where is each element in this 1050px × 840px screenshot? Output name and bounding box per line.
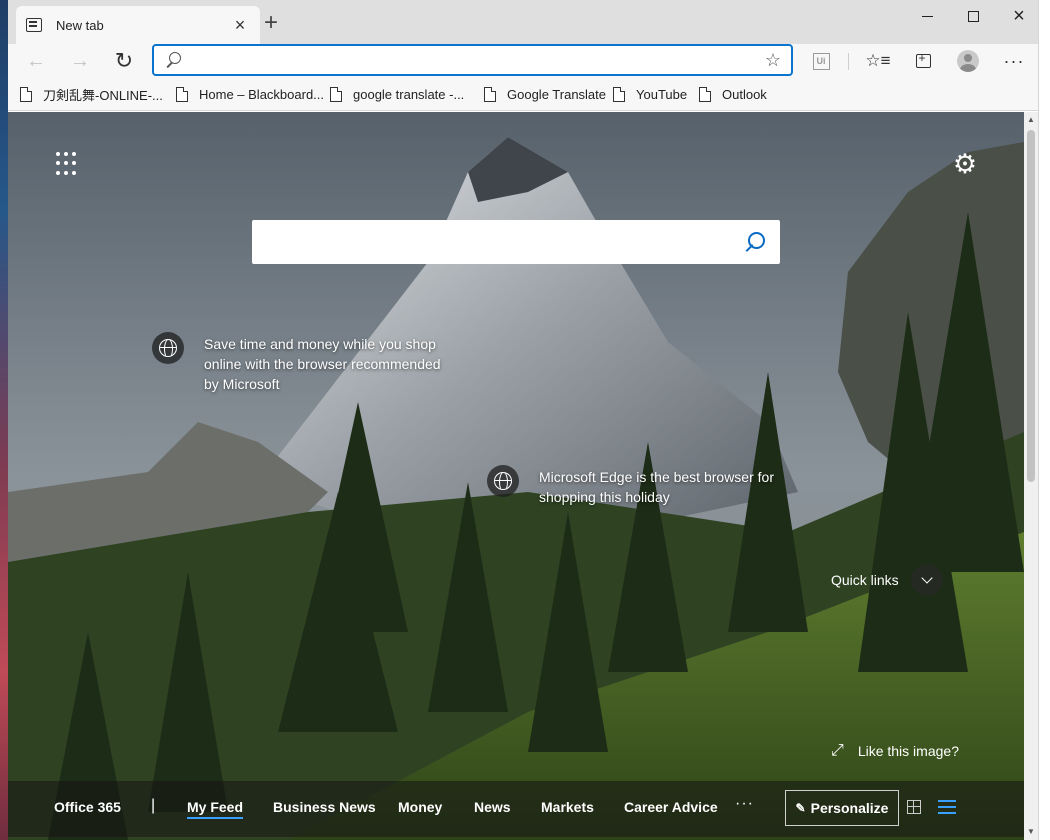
close-tab-icon[interactable]: × xyxy=(230,16,250,34)
feed-divider: | xyxy=(151,797,156,814)
favorite-label: Google Translate xyxy=(507,86,607,102)
tab-business-news[interactable]: Business News xyxy=(273,799,376,815)
quick-links-toggle[interactable]: Quick links xyxy=(831,564,943,596)
favorite-label: Outlook xyxy=(722,86,767,102)
more-topics-button[interactable]: ··· xyxy=(735,795,754,813)
tab-my-feed[interactable]: My Feed xyxy=(187,799,244,819)
chevron-down-icon[interactable] xyxy=(910,564,943,596)
scroll-up-arrow-icon[interactable]: ▲ xyxy=(1024,112,1038,128)
list-layout-icon[interactable] xyxy=(938,800,956,814)
globe-icon[interactable] xyxy=(152,332,184,364)
grid-layout-icon[interactable] xyxy=(907,800,921,814)
maximize-button[interactable] xyxy=(950,0,996,32)
scroll-down-arrow-icon[interactable]: ▼ xyxy=(1024,824,1038,840)
browser-window: New tab × + × ← → ↻ ☆ Ui ☆≡ ··· 刀剣乱舞-ONL… xyxy=(8,0,1038,840)
favorite-label: 刀剣乱舞-ONLINE-... xyxy=(43,87,163,103)
collections-icon xyxy=(915,51,931,68)
page-icon xyxy=(699,86,711,102)
personalize-label: Personalize xyxy=(810,800,889,816)
page-icon xyxy=(484,86,496,102)
favorite-label: YouTube xyxy=(636,86,688,102)
settings-and-more-button[interactable]: ··· xyxy=(998,47,1030,75)
web-search-input[interactable] xyxy=(266,233,744,251)
image-hotspot[interactable]: Save time and money while you shop onlin… xyxy=(152,332,454,394)
like-image-label: Like this image? xyxy=(857,743,959,759)
collections-button[interactable] xyxy=(907,47,939,75)
forward-button[interactable]: → xyxy=(64,46,96,76)
tab-money[interactable]: Money xyxy=(398,799,442,815)
favorites-icon: ☆≡ xyxy=(865,51,891,70)
new-tab-button[interactable]: + xyxy=(258,10,284,38)
page-icon xyxy=(20,86,32,102)
desktop-background xyxy=(0,0,8,840)
page-icon xyxy=(176,86,188,102)
tab-career-advice[interactable]: Career Advice xyxy=(624,799,718,815)
favorite-item[interactable]: 刀剣乱舞-ONLINE-... xyxy=(20,84,163,104)
more-icon: ··· xyxy=(1003,50,1025,71)
address-bar[interactable]: ☆ xyxy=(152,44,793,76)
profile-button[interactable] xyxy=(952,47,984,75)
office-365-link[interactable]: Office 365 xyxy=(54,799,121,815)
favorites-bar: 刀剣乱舞-ONLINE-... Home – Blackboard... goo… xyxy=(8,78,1038,111)
newtab-page-icon xyxy=(26,18,42,32)
tab-news[interactable]: News xyxy=(474,799,511,815)
globe-icon[interactable] xyxy=(487,465,519,497)
desktop-background-right xyxy=(1038,0,1050,840)
personalize-button[interactable]: ✎ Personalize xyxy=(785,790,899,826)
favorite-item[interactable]: Home – Blackboard... xyxy=(176,84,324,104)
like-this-image-button[interactable]: ⤢ Like this image? xyxy=(831,742,959,760)
add-favorite-star-icon[interactable]: ☆ xyxy=(765,50,781,71)
toolbar-divider xyxy=(848,53,849,70)
page-icon xyxy=(330,86,342,102)
pencil-icon: ✎ xyxy=(795,801,806,815)
page-settings-gear-icon[interactable]: ⚙ xyxy=(951,150,979,178)
tab-title: New tab xyxy=(56,17,104,33)
quick-links-label: Quick links xyxy=(831,572,899,588)
image-hotspot[interactable]: Microsoft Edge is the best browser for s… xyxy=(487,465,789,507)
close-window-button[interactable]: × xyxy=(996,0,1038,32)
feed-navigation: Office 365 | My Feed Business News Money… xyxy=(8,781,1024,837)
app-launcher-icon[interactable] xyxy=(56,152,80,176)
tab-strip: New tab × + × xyxy=(8,0,1038,44)
favorite-item[interactable]: Outlook xyxy=(699,84,767,104)
vertical-scrollbar[interactable]: ▲ ▼ xyxy=(1024,112,1038,840)
hotspot-text: Microsoft Edge is the best browser for s… xyxy=(539,469,774,505)
favorite-item[interactable]: YouTube xyxy=(613,84,687,104)
ui-extension-icon: Ui xyxy=(812,52,830,70)
scrollbar-thumb[interactable] xyxy=(1027,130,1035,482)
tab-markets[interactable]: Markets xyxy=(541,799,594,815)
close-icon: × xyxy=(1013,5,1025,27)
search-icon[interactable] xyxy=(744,231,766,253)
refresh-button[interactable]: ↻ xyxy=(108,46,140,76)
address-input[interactable] xyxy=(190,52,759,68)
minimize-icon xyxy=(921,15,933,17)
toolbar: ← → ↻ ☆ Ui ☆≡ ··· xyxy=(8,44,1038,78)
favorite-item[interactable]: google translate -... xyxy=(330,84,464,104)
avatar xyxy=(957,50,979,72)
expand-icon: ⤢ xyxy=(831,742,844,759)
back-button[interactable]: ← xyxy=(20,46,52,76)
page-icon xyxy=(613,86,625,102)
favorite-item[interactable]: Google Translate xyxy=(484,84,606,104)
tab-new-tab[interactable]: New tab × xyxy=(16,6,260,44)
favorite-label: Home – Blackboard... xyxy=(199,86,325,102)
favorites-button[interactable]: ☆≡ xyxy=(862,47,894,75)
uipath-extension-button[interactable]: Ui xyxy=(805,47,837,75)
minimize-button[interactable] xyxy=(904,0,950,32)
new-tab-page: ⚙ Save time and money while you shop onl… xyxy=(8,112,1024,840)
hotspot-text: Save time and money while you shop onlin… xyxy=(204,336,441,392)
maximize-icon xyxy=(967,10,979,22)
web-search-box[interactable] xyxy=(252,220,780,264)
search-icon xyxy=(164,51,182,69)
favorite-label: google translate -... xyxy=(353,86,465,102)
